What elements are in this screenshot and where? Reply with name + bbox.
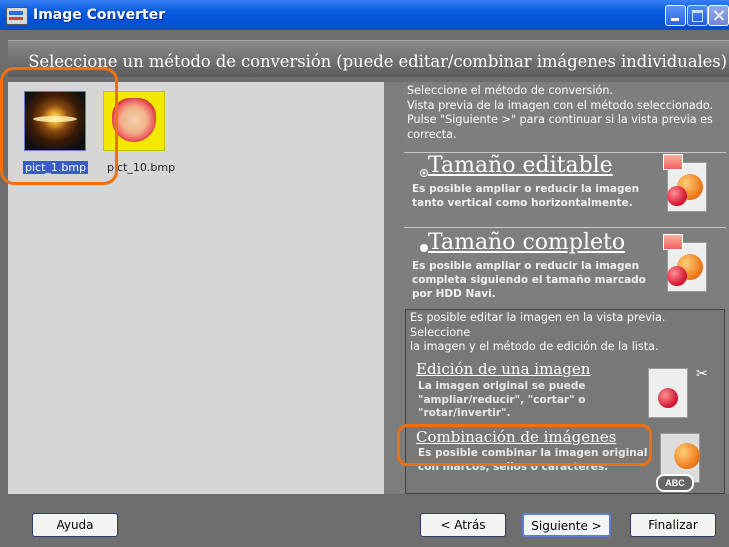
option-full-desc: Es posible ampliar o reducir la imagen c…: [412, 259, 646, 301]
desc-line: Es posible ampliar o reducir la imagen: [412, 260, 640, 272]
title-bar[interactable]: Image Converter: [0, 0, 729, 30]
option-editable-desc: Es posible ampliar o reducir la imagen t…: [412, 182, 639, 210]
maximize-button[interactable]: [687, 5, 708, 26]
highlight-combine-option: [397, 424, 652, 466]
header-text: Seleccione un método de conversión (pued…: [28, 52, 727, 71]
instructions: Seleccione el método de conversión. Vist…: [407, 84, 722, 143]
edit-single-link[interactable]: Edición de una imagen: [416, 360, 590, 378]
window-title: Image Converter: [33, 7, 166, 23]
info-line: la imagen y el método de edición de la l…: [410, 340, 659, 353]
separator: [404, 227, 726, 228]
instruction-line: Seleccione el método de conversión.: [407, 84, 613, 97]
desc-line: Es posible ampliar o reducir la imagen: [412, 183, 640, 195]
desc-line: por HDD Navi.: [412, 288, 496, 300]
image-converter-window: Image Converter Seleccione un método de …: [0, 0, 729, 547]
step-header: Seleccione un método de conversión (pued…: [8, 40, 729, 77]
instruction-line: Vista previa de la imagen con el método …: [407, 98, 714, 112]
desc-line: La imagen original se puede: [418, 380, 586, 392]
desc-line: completa siguiendo el tamaño marcado: [412, 274, 646, 286]
editable-size-icon: [663, 154, 709, 214]
edit-single-icon: [644, 360, 690, 420]
desc-line: "rotar/invertir".: [418, 407, 511, 419]
next-button[interactable]: Siguiente >: [522, 513, 611, 537]
scissors-icon: ✂: [696, 365, 708, 381]
close-button[interactable]: [708, 5, 729, 26]
back-button[interactable]: < Atrás: [420, 513, 506, 537]
heart-image: [112, 98, 156, 142]
minimize-button[interactable]: [665, 5, 686, 26]
option-editable-title[interactable]: Tamaño editable: [428, 153, 613, 178]
instruction-line: correcta.: [407, 128, 457, 142]
instruction-line: Pulse "Siguiente >" para continuar si la…: [407, 113, 713, 127]
help-button[interactable]: Ayuda: [32, 513, 118, 537]
full-size-icon: [663, 234, 709, 294]
abc-badge-icon: ABC: [656, 474, 694, 492]
radio-full-size[interactable]: [420, 244, 428, 252]
finish-button[interactable]: Finalizar: [630, 513, 716, 537]
edit-single-desc: La imagen original se puede "ampliar/red…: [418, 380, 586, 421]
edit-section: Es posible editar la imagen en la vista …: [405, 309, 725, 494]
radio-editable-size[interactable]: [420, 169, 428, 177]
desc-line: tanto vertical como horizontalmente.: [412, 197, 633, 209]
app-icon: [6, 7, 28, 25]
option-full-title[interactable]: Tamaño completo: [428, 230, 625, 255]
info-line: Es posible editar la imagen en la vista …: [410, 311, 666, 339]
edit-info: Es posible editar la imagen en la vista …: [410, 311, 722, 355]
highlight-selected-file: [0, 67, 118, 185]
desc-line: "ampliar/reducir", "cortar" o: [418, 393, 586, 406]
